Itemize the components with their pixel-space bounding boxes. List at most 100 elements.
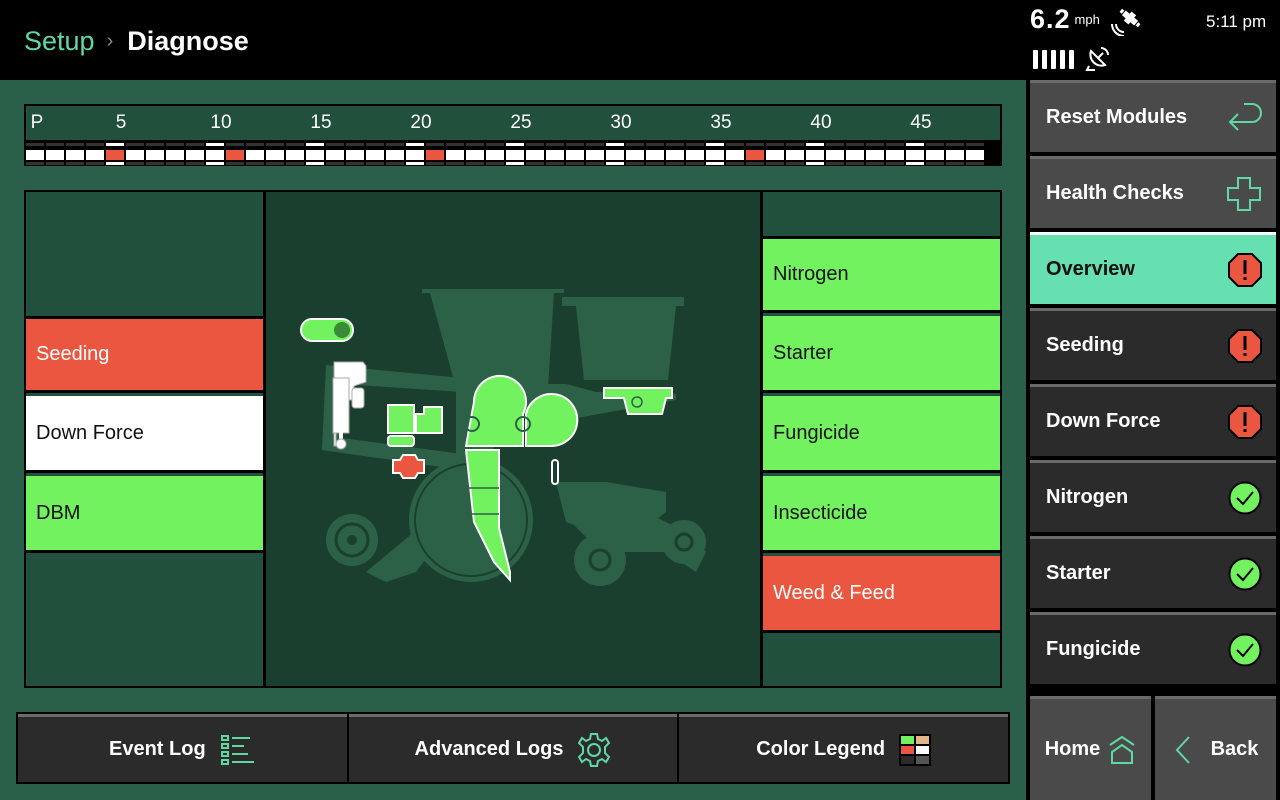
category-starter[interactable]: Starter (763, 316, 1000, 393)
reset-modules-button[interactable]: Reset Modules (1030, 80, 1276, 152)
color-legend-button[interactable]: Color Legend (679, 714, 1009, 782)
row-cell-22[interactable] (446, 150, 464, 160)
row-cell-15[interactable] (306, 150, 324, 160)
row-cell-48[interactable] (966, 150, 984, 160)
row-cell-10[interactable] (206, 150, 224, 160)
row-cell-39[interactable] (786, 150, 804, 160)
row-cell-2[interactable] (46, 150, 64, 160)
color-legend-label: Color Legend (756, 738, 886, 760)
sidebar-item-fungicide[interactable]: Fungicide (1030, 612, 1276, 684)
category-label: Insecticide (773, 501, 868, 524)
row-cell-35[interactable] (706, 150, 724, 160)
category-label: Seeding (36, 343, 110, 365)
row-marker (926, 143, 944, 146)
row-marker (846, 143, 864, 146)
reset-arrow-icon (1228, 102, 1262, 131)
row-cell-32[interactable] (646, 150, 664, 160)
row-cell-7[interactable] (146, 150, 164, 160)
page-title: Diagnose (127, 25, 249, 56)
row-cell-3[interactable] (66, 150, 84, 160)
row-marker (206, 162, 224, 165)
row-number-label: 25 (510, 112, 532, 133)
row-cell-12[interactable] (246, 150, 264, 160)
list-icon (220, 734, 254, 765)
row-cell-38[interactable] (766, 150, 784, 160)
error-octagon-icon (1228, 252, 1262, 287)
row-cell-24[interactable] (486, 150, 504, 160)
row-cell-42[interactable] (846, 150, 864, 160)
row-cell-30[interactable] (606, 150, 624, 160)
row-cell-44[interactable] (886, 150, 904, 160)
row-cell-28[interactable] (566, 150, 584, 160)
row-cell-9[interactable] (186, 150, 204, 160)
row-cell-34[interactable] (686, 150, 704, 160)
row-cell-8[interactable] (166, 150, 184, 160)
category-nitrogen[interactable]: Nitrogen (763, 236, 1000, 313)
row-cell-19[interactable] (386, 150, 404, 160)
sidebar-item-down-force[interactable]: Down Force (1030, 384, 1276, 456)
row-cell-45[interactable] (906, 150, 924, 160)
sidebar-item-starter[interactable]: Starter (1030, 536, 1276, 608)
row-number-label: 45 (910, 112, 932, 133)
category-fungicide[interactable]: Fungicide (763, 396, 1000, 473)
category-insecticide[interactable]: Insecticide (763, 476, 1000, 553)
category-label: Starter (773, 341, 834, 364)
event-log-button[interactable]: Event Log (18, 714, 347, 782)
category-down-force[interactable]: Down Force (26, 396, 263, 473)
row-cell-40[interactable] (806, 150, 824, 160)
row-marker (306, 143, 324, 146)
row-marker (506, 162, 524, 165)
row-cell-47[interactable] (946, 150, 964, 160)
row-cell-37[interactable] (746, 150, 764, 160)
row-marker (846, 162, 864, 165)
row-cell-46[interactable] (926, 150, 944, 160)
category-seeding[interactable]: Seeding (26, 316, 263, 393)
category-dbm[interactable]: DBM (26, 476, 263, 553)
row-cell-6[interactable] (126, 150, 144, 160)
back-button[interactable]: Back (1155, 696, 1276, 800)
row-cell-14[interactable] (286, 150, 304, 160)
row-cell-17[interactable] (346, 150, 364, 160)
row-marker (406, 162, 424, 165)
error-octagon-icon (1228, 328, 1262, 363)
legend-swatch (901, 745, 915, 754)
row-cell-11[interactable] (226, 150, 244, 160)
row-cell-43[interactable] (866, 150, 884, 160)
row-cell-26[interactable] (526, 150, 544, 160)
row-marker (526, 162, 544, 165)
row-number-label: 35 (710, 112, 732, 133)
row-cell-21[interactable] (426, 150, 444, 160)
sidebar-item-nitrogen[interactable]: Nitrogen (1030, 460, 1276, 532)
home-button[interactable]: Home (1030, 696, 1151, 800)
row-marker (226, 162, 244, 165)
row-cell-16[interactable] (326, 150, 344, 160)
sidebar-item-seeding[interactable]: Seeding (1030, 308, 1276, 380)
row-cell-27[interactable] (546, 150, 564, 160)
row-cell-18[interactable] (366, 150, 384, 160)
row-cell-36[interactable] (726, 150, 744, 160)
breadcrumb-setup-link[interactable]: Setup (24, 26, 95, 57)
row-cell-4[interactable] (86, 150, 104, 160)
row-marker (786, 162, 804, 165)
row-cell-41[interactable] (826, 150, 844, 160)
advanced-logs-button[interactable]: Advanced Logs (348, 714, 678, 782)
sidebar-item-overview[interactable]: Overview (1030, 232, 1276, 304)
row-cell-1[interactable] (26, 150, 44, 160)
row-marker (706, 143, 724, 146)
row-marker (246, 143, 264, 146)
row-cell-13[interactable] (266, 150, 284, 160)
row-cell-20[interactable] (406, 150, 424, 160)
row-cell-5[interactable] (106, 150, 124, 160)
row-cell-29[interactable] (586, 150, 604, 160)
health-checks-button[interactable]: Health Checks (1030, 156, 1276, 228)
row-cell-23[interactable] (466, 150, 484, 160)
left-category-column: Seeding Down Force DBM (26, 192, 263, 686)
row-marker (626, 162, 644, 165)
row-marker (886, 162, 904, 165)
row-cell-33[interactable] (666, 150, 684, 160)
row-cell-25[interactable] (506, 150, 524, 160)
hopper-right (562, 297, 684, 380)
category-weed-and-feed[interactable]: Weed & Feed (763, 556, 1000, 633)
clock: 5:11 pm (1206, 12, 1267, 31)
row-cell-31[interactable] (626, 150, 644, 160)
